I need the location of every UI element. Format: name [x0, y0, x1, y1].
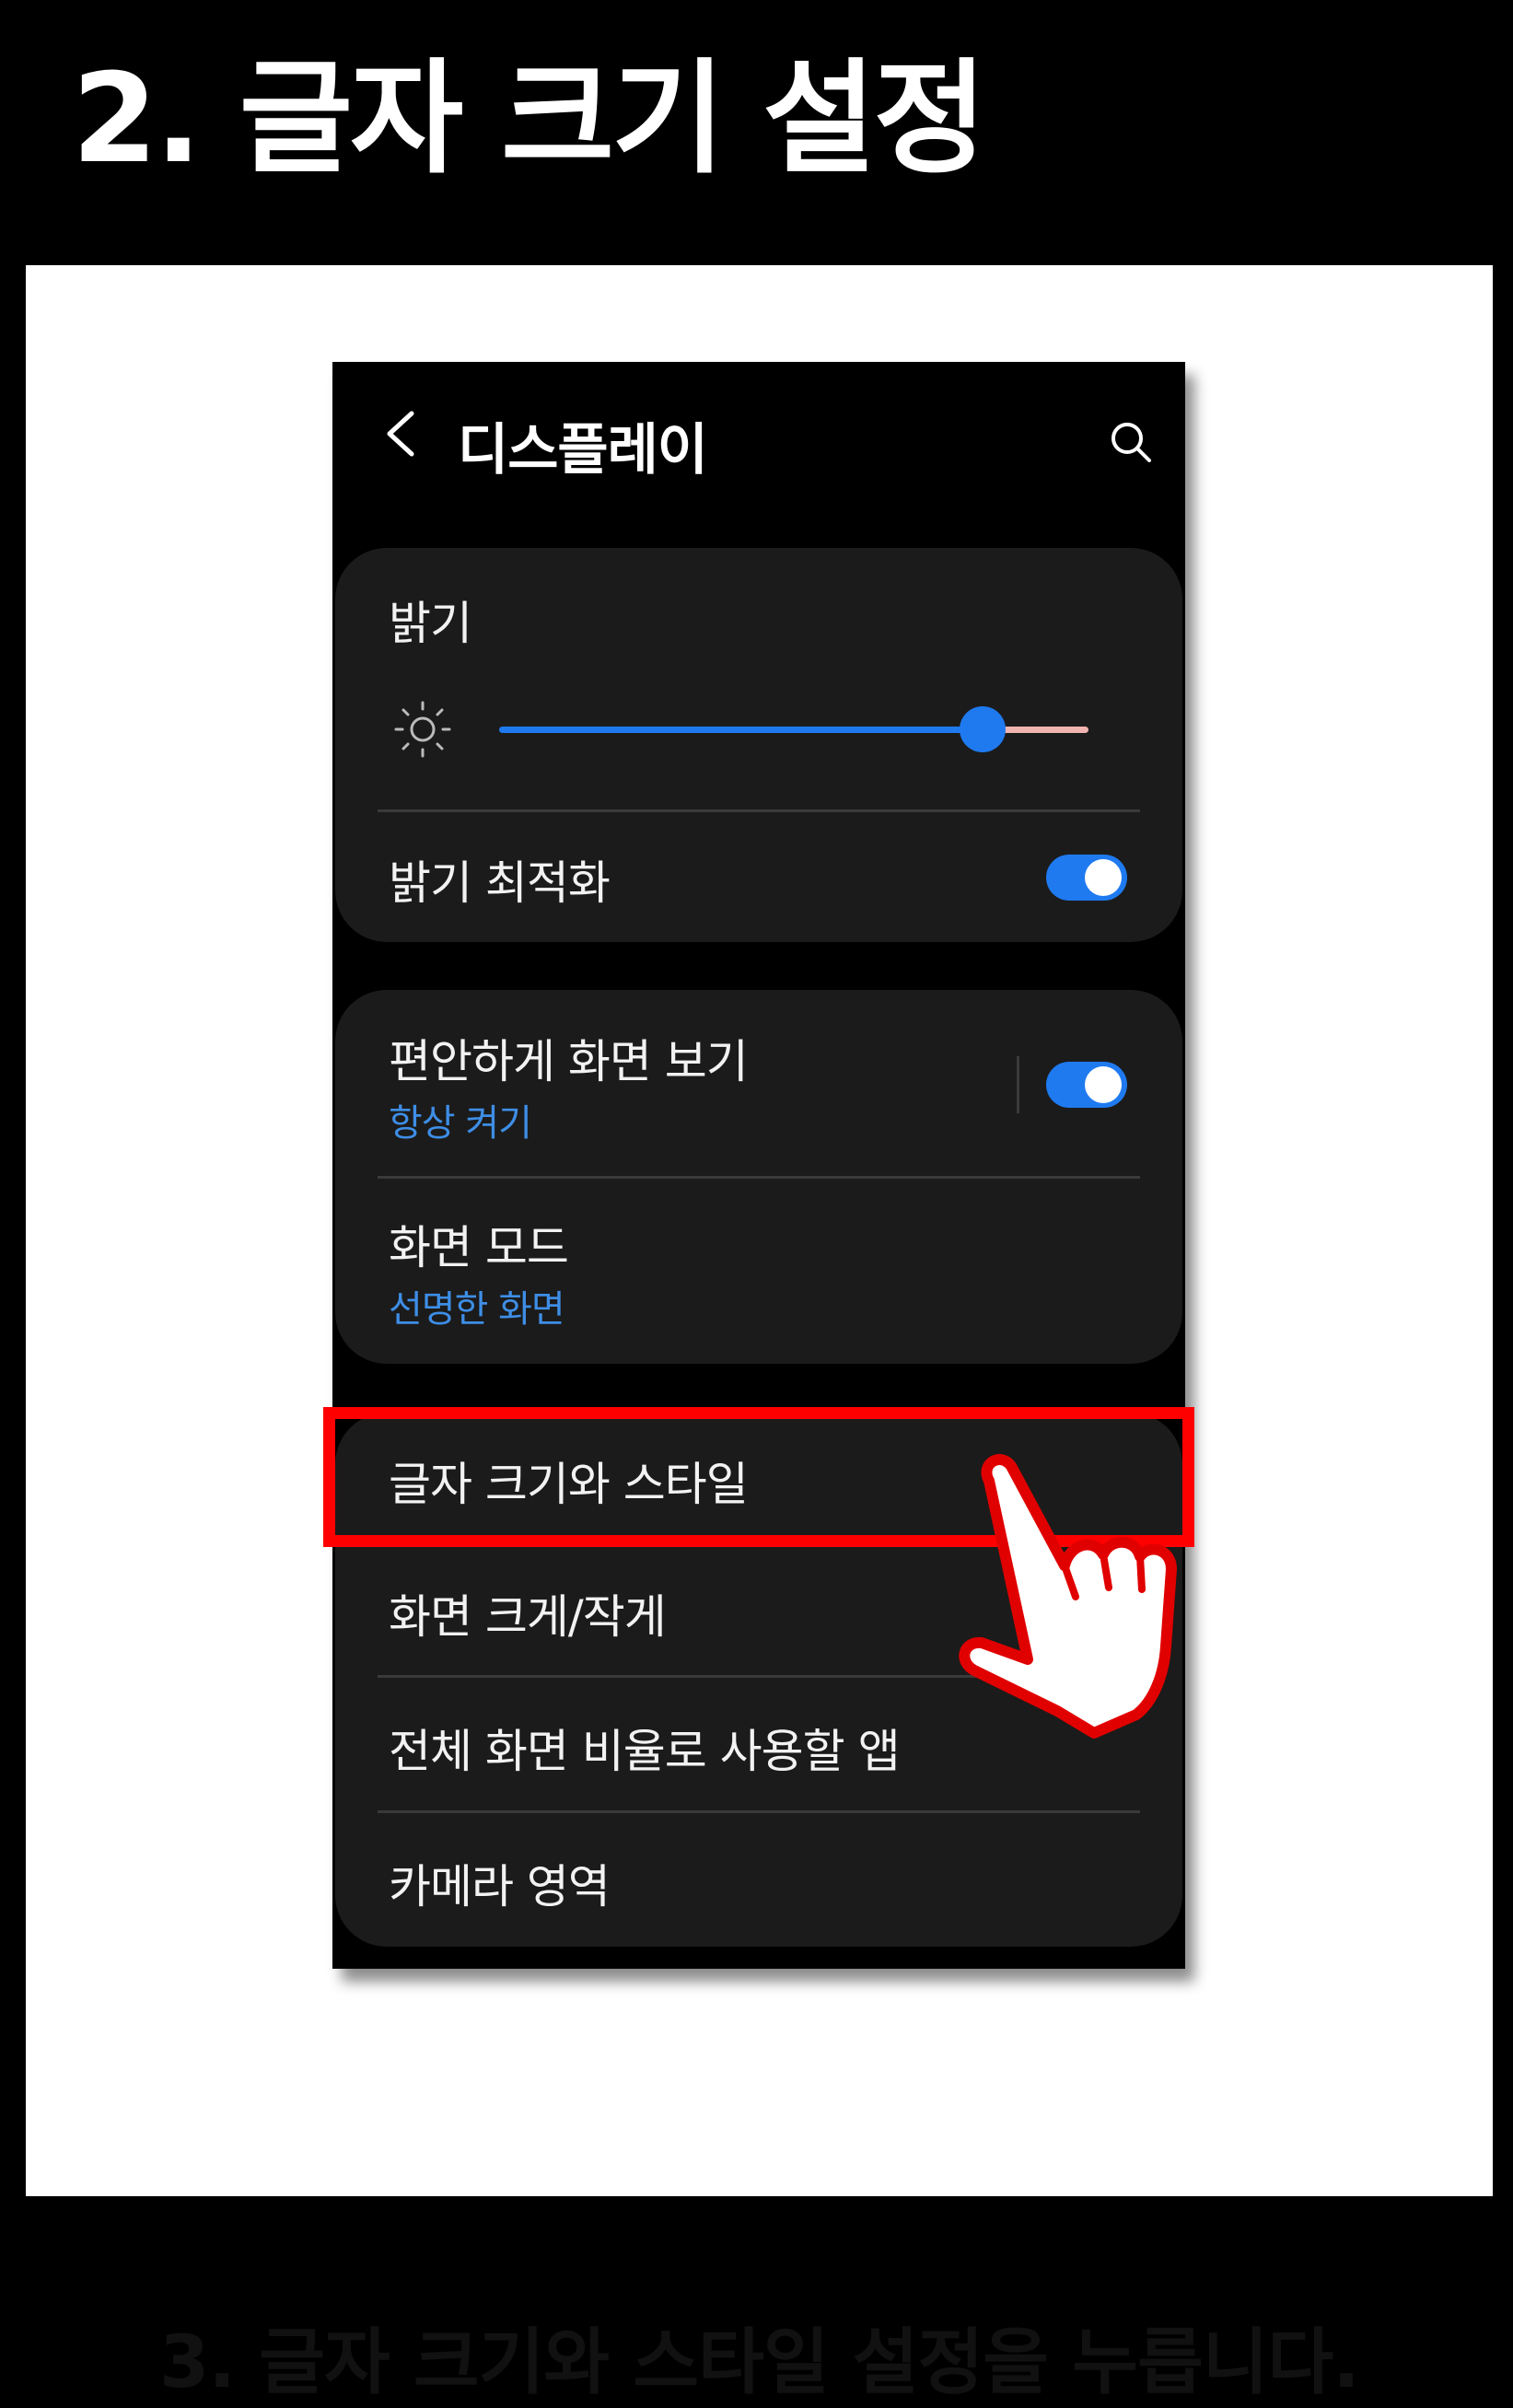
instruction-caption: 3. 글자 크기와 스타일 설정을 누릅니다.: [159, 2321, 1360, 2404]
sun-icon: [394, 701, 451, 758]
menu-item-label: 전체 화면 비율로 사용할 앱: [389, 1725, 901, 1778]
screen-mode-row[interactable]: 화면 모드 선명한 화면: [335, 1180, 1182, 1364]
eye-comfort-toggle[interactable]: [1046, 1062, 1127, 1108]
tap-hand-icon: [959, 1454, 1177, 1739]
menu-item-camera-cutout[interactable]: 카메라 영역: [335, 1813, 1182, 1947]
vertical-separator: [1017, 1056, 1019, 1113]
screen-title: 디스플레이: [458, 418, 708, 483]
eye-comfort-row[interactable]: 편안하게 화면 보기 항상 켜기: [335, 990, 1182, 1180]
toggle-knob: [1085, 1066, 1122, 1103]
slider-thumb[interactable]: [960, 706, 1006, 752]
eye-comfort-status: 항상 켜기: [389, 1102, 532, 1145]
back-arrow-icon[interactable]: [380, 406, 421, 461]
search-icon[interactable]: [1108, 419, 1154, 465]
brightness-label: 밝기: [389, 597, 472, 650]
screen-mode-label: 화면 모드: [389, 1221, 569, 1274]
adaptive-brightness-toggle[interactable]: [1046, 855, 1127, 901]
menu-item-label: 화면 크게/작게: [389, 1590, 667, 1644]
adaptive-brightness-row[interactable]: 밝기 최적화: [335, 815, 1182, 942]
screen-mode-value: 선명한 화면: [389, 1288, 565, 1331]
slider-filled-track: [499, 727, 983, 733]
page-heading: 2. 글자 크기 설정: [72, 47, 987, 191]
eye-comfort-label: 편안하게 화면 보기: [389, 1035, 749, 1088]
divider: [378, 1176, 1140, 1179]
brightness-slider[interactable]: [499, 706, 1088, 752]
adaptive-brightness-label: 밝기 최적화: [389, 856, 611, 910]
brightness-card: 밝기 밝기 최적화: [335, 548, 1182, 942]
content-panel: 디스플레이 밝기 밝기 최적화 편안하게 화면 보기 항상 켜기 화면 모드 선…: [26, 265, 1493, 2404]
display-options-card: 편안하게 화면 보기 항상 켜기 화면 모드 선명한 화면: [335, 990, 1182, 1364]
toggle-knob: [1085, 859, 1122, 896]
menu-item-label: 카메라 영역: [389, 1860, 611, 1914]
divider: [378, 809, 1140, 812]
top-app-bar: 디스플레이: [332, 362, 1185, 528]
